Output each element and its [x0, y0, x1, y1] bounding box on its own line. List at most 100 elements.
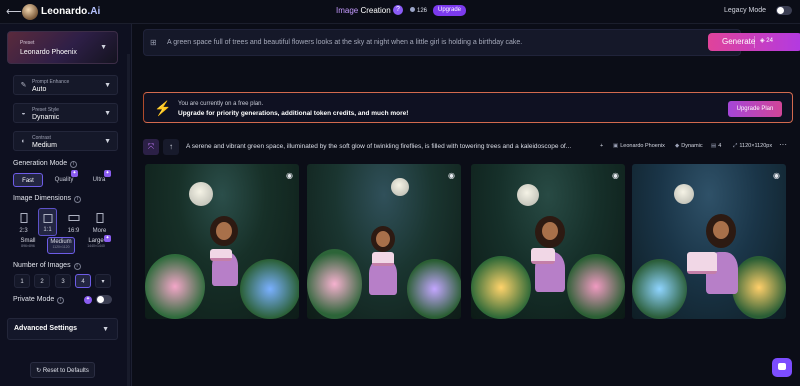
chevron-down-icon: ▼ — [104, 138, 111, 145]
image-dimensions-label: Image Dimensions — [13, 195, 71, 202]
ratio-1-1[interactable]: 1:1 — [38, 208, 57, 236]
ratio-label: 1:1 — [43, 227, 52, 233]
reset-label: Reset to Defaults — [42, 368, 89, 374]
size-resolution: 1440×1440 — [87, 244, 105, 248]
image-dimensions-heading: Image Dimensions i — [13, 195, 81, 203]
eye-icon[interactable]: ◉ — [447, 171, 456, 180]
prompt-enhance-select[interactable]: ✎ Prompt Enhance Auto ▼ — [13, 75, 118, 95]
flowers — [732, 256, 786, 319]
divider — [754, 36, 755, 48]
prompt-enhance-icon: ✎ — [20, 82, 27, 89]
contrast-select[interactable]: ◐ Contrast Medium ▼ — [13, 131, 118, 151]
generated-image[interactable]: ◉ — [145, 164, 299, 319]
add-icon[interactable]: + — [600, 143, 603, 149]
avatar[interactable] — [22, 4, 38, 20]
premium-icon: ✦ — [104, 170, 111, 177]
count-4[interactable]: 4 — [75, 274, 91, 288]
arrow-up-icon[interactable]: ↑ — [163, 139, 179, 155]
preset-style-value: Dynamic — [32, 114, 60, 121]
premium-icon: ✦ — [84, 296, 92, 304]
preset-style-select[interactable]: ◒ Preset Style Dynamic ▼ — [13, 103, 118, 123]
ratio-2-3[interactable]: 2:3 — [14, 208, 33, 236]
count-2[interactable]: 2 — [34, 274, 50, 288]
size-meta: ⤢ 1120×1120px — [733, 143, 772, 150]
count-more-dropdown[interactable]: ▾ — [95, 274, 111, 288]
size-small[interactable]: Small 896×896 — [14, 237, 42, 254]
info-icon[interactable]: i — [73, 263, 81, 270]
prompt-enhance-label: Prompt Enhance — [32, 79, 70, 85]
flowers — [632, 259, 687, 319]
eye-icon[interactable]: ◉ — [285, 171, 294, 180]
private-mode-label: Private Mode — [13, 296, 55, 303]
ratio-shape-icon — [43, 214, 52, 223]
dimensions-icon: ⤢ — [733, 143, 738, 149]
info-icon[interactable]: i — [57, 297, 65, 304]
mode-fast[interactable]: Fast — [13, 173, 43, 187]
number-of-images-label: Number of Images — [13, 262, 71, 269]
generated-image[interactable]: ◉ — [632, 164, 786, 319]
generate-cost: ◈ 24 — [760, 38, 773, 44]
moon — [189, 182, 213, 206]
count-3[interactable]: 3 — [55, 274, 71, 288]
style-icon: ◆ — [675, 143, 680, 149]
back-arrow-icon[interactable]: ⟵ — [6, 5, 22, 18]
page-title-accent: Image — [336, 6, 359, 15]
page-title-rest: Creation — [358, 6, 391, 15]
moon — [517, 184, 539, 206]
image-upload-icon[interactable]: ⊞ — [150, 38, 157, 47]
prompt-input[interactable]: ⊞ A green space full of trees and beauti… — [143, 29, 741, 56]
generated-image[interactable]: ◉ — [471, 164, 625, 319]
premium-icon: ✦ — [104, 235, 111, 242]
girl-face — [216, 222, 232, 240]
eye-icon[interactable]: ◉ — [772, 171, 781, 180]
wand-icon[interactable]: ⤧ — [143, 139, 159, 155]
upgrade-plan-button[interactable]: Upgrade Plan — [728, 101, 782, 117]
girl-face — [376, 231, 390, 247]
contrast-value: Medium — [32, 142, 57, 149]
preset-label: Preset — [20, 40, 35, 46]
advanced-settings-toggle[interactable]: Advanced Settings ▼ — [7, 318, 118, 340]
upgrade-button[interactable]: Upgrade — [433, 5, 467, 16]
legacy-mode-label: Legacy Mode — [724, 7, 767, 14]
ratio-shape-icon — [20, 213, 27, 223]
generation-prompt: A serene and vibrant green space, illumi… — [186, 143, 572, 150]
size-resolution: 1120×1120 — [52, 245, 70, 249]
girl-face — [713, 221, 729, 239]
banner-line-1: You are currently on a free plan. — [178, 101, 264, 107]
generate-cost-value: 24 — [766, 38, 773, 44]
ratio-more[interactable]: More — [90, 208, 109, 236]
size-medium[interactable]: Medium 1120×1120 — [47, 237, 75, 254]
brand-logo[interactable]: Leonardo.Ai — [41, 6, 100, 17]
premium-icon: ✦ — [71, 170, 78, 177]
images-icon: ▤ — [711, 143, 717, 149]
generated-image[interactable]: ◉ — [307, 164, 461, 319]
prompt-enhance-value: Auto — [32, 86, 47, 93]
generate-button[interactable]: Generate ◈ 24 — [708, 33, 800, 51]
chat-support-button[interactable] — [772, 358, 792, 377]
generate-label: Generate — [722, 37, 756, 46]
style-meta: ◆ Dynamic — [675, 143, 703, 149]
help-icon[interactable]: ? — [393, 5, 403, 15]
flowers — [145, 254, 205, 319]
model-meta: ▣ Leonardo Phoenix — [613, 143, 665, 149]
flowers — [567, 254, 625, 319]
ratio-label: 2:3 — [19, 228, 28, 234]
chevron-down-icon: ▼ — [104, 110, 111, 117]
contrast-label: Contrast — [32, 135, 51, 141]
sidebar-scrollbar[interactable] — [127, 54, 130, 386]
token-value: 126 — [417, 8, 428, 14]
token-count: 126 — [410, 7, 427, 14]
banner-line-2: Upgrade for priority generations, additi… — [178, 110, 409, 117]
count-1[interactable]: 1 — [14, 274, 30, 288]
ratio-16-9[interactable]: 16:9 — [64, 208, 83, 236]
reset-defaults-button[interactable]: ↻ Reset to Defaults — [30, 362, 95, 378]
ratio-shape-icon — [68, 215, 79, 221]
private-mode-toggle[interactable] — [96, 295, 112, 304]
legacy-mode-toggle[interactable] — [776, 6, 792, 15]
moon — [391, 178, 409, 196]
eye-icon[interactable]: ◉ — [611, 171, 620, 180]
preset-selector[interactable]: Preset Leonardo Phoenix ▼ — [7, 31, 118, 64]
info-icon[interactable]: i — [70, 161, 78, 168]
more-options-icon[interactable]: ··· — [779, 140, 787, 149]
info-icon[interactable]: i — [73, 196, 81, 203]
